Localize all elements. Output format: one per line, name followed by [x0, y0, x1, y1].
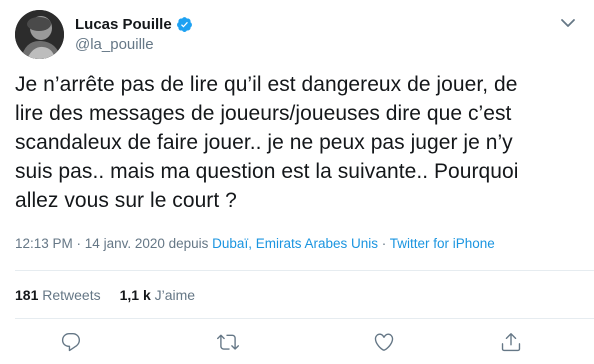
- tweet-text: Je n’arrête pas de lire qu’il est danger…: [15, 73, 519, 212]
- avatar-photo: [15, 10, 64, 59]
- avatar[interactable]: [15, 10, 64, 59]
- user-handle[interactable]: @la_pouille: [75, 36, 193, 53]
- display-name[interactable]: Lucas Pouille: [75, 16, 172, 33]
- tweet-time[interactable]: 12:13 PM: [15, 236, 73, 251]
- likes-label: J’aime: [154, 287, 196, 303]
- engagement-stats: 181 Retweets 1,1 k J’aime: [15, 287, 195, 303]
- retweet-icon[interactable]: [217, 331, 239, 353]
- heart-icon[interactable]: [373, 331, 395, 353]
- retweets-stat[interactable]: 181 Retweets: [15, 287, 101, 303]
- location-link[interactable]: Dubaï, Emirats Arabes Unis: [212, 236, 378, 251]
- action-bar: [15, 331, 580, 357]
- likes-stat[interactable]: 1,1 k J’aime: [120, 287, 196, 303]
- from-label: depuis: [164, 236, 213, 251]
- share-icon[interactable]: [500, 331, 522, 353]
- retweets-label: Retweets: [42, 287, 101, 303]
- likes-count: 1,1 k: [119, 287, 151, 303]
- tweet-meta: 12:13 PM · 14 janv. 2020 depuis Dubaï, E…: [15, 236, 495, 251]
- user-block: Lucas Pouille @la_pouille: [75, 14, 193, 53]
- divider: [15, 318, 594, 319]
- tweet-date[interactable]: 14 janv. 2020: [85, 236, 165, 251]
- divider: [15, 270, 594, 271]
- meta-separator: ·: [72, 236, 85, 251]
- tweet-card: Lucas Pouille @la_pouille Je n’arrête pa…: [0, 0, 594, 364]
- meta-separator: ·: [378, 236, 390, 251]
- retweets-count: 181: [15, 287, 39, 303]
- verified-badge-icon: [176, 16, 193, 33]
- chevron-down-icon[interactable]: [557, 12, 579, 34]
- tweet-header: Lucas Pouille @la_pouille: [15, 10, 579, 60]
- name-row: Lucas Pouille: [75, 14, 193, 34]
- source-link[interactable]: Twitter for iPhone: [390, 236, 495, 251]
- reply-icon[interactable]: [60, 331, 82, 353]
